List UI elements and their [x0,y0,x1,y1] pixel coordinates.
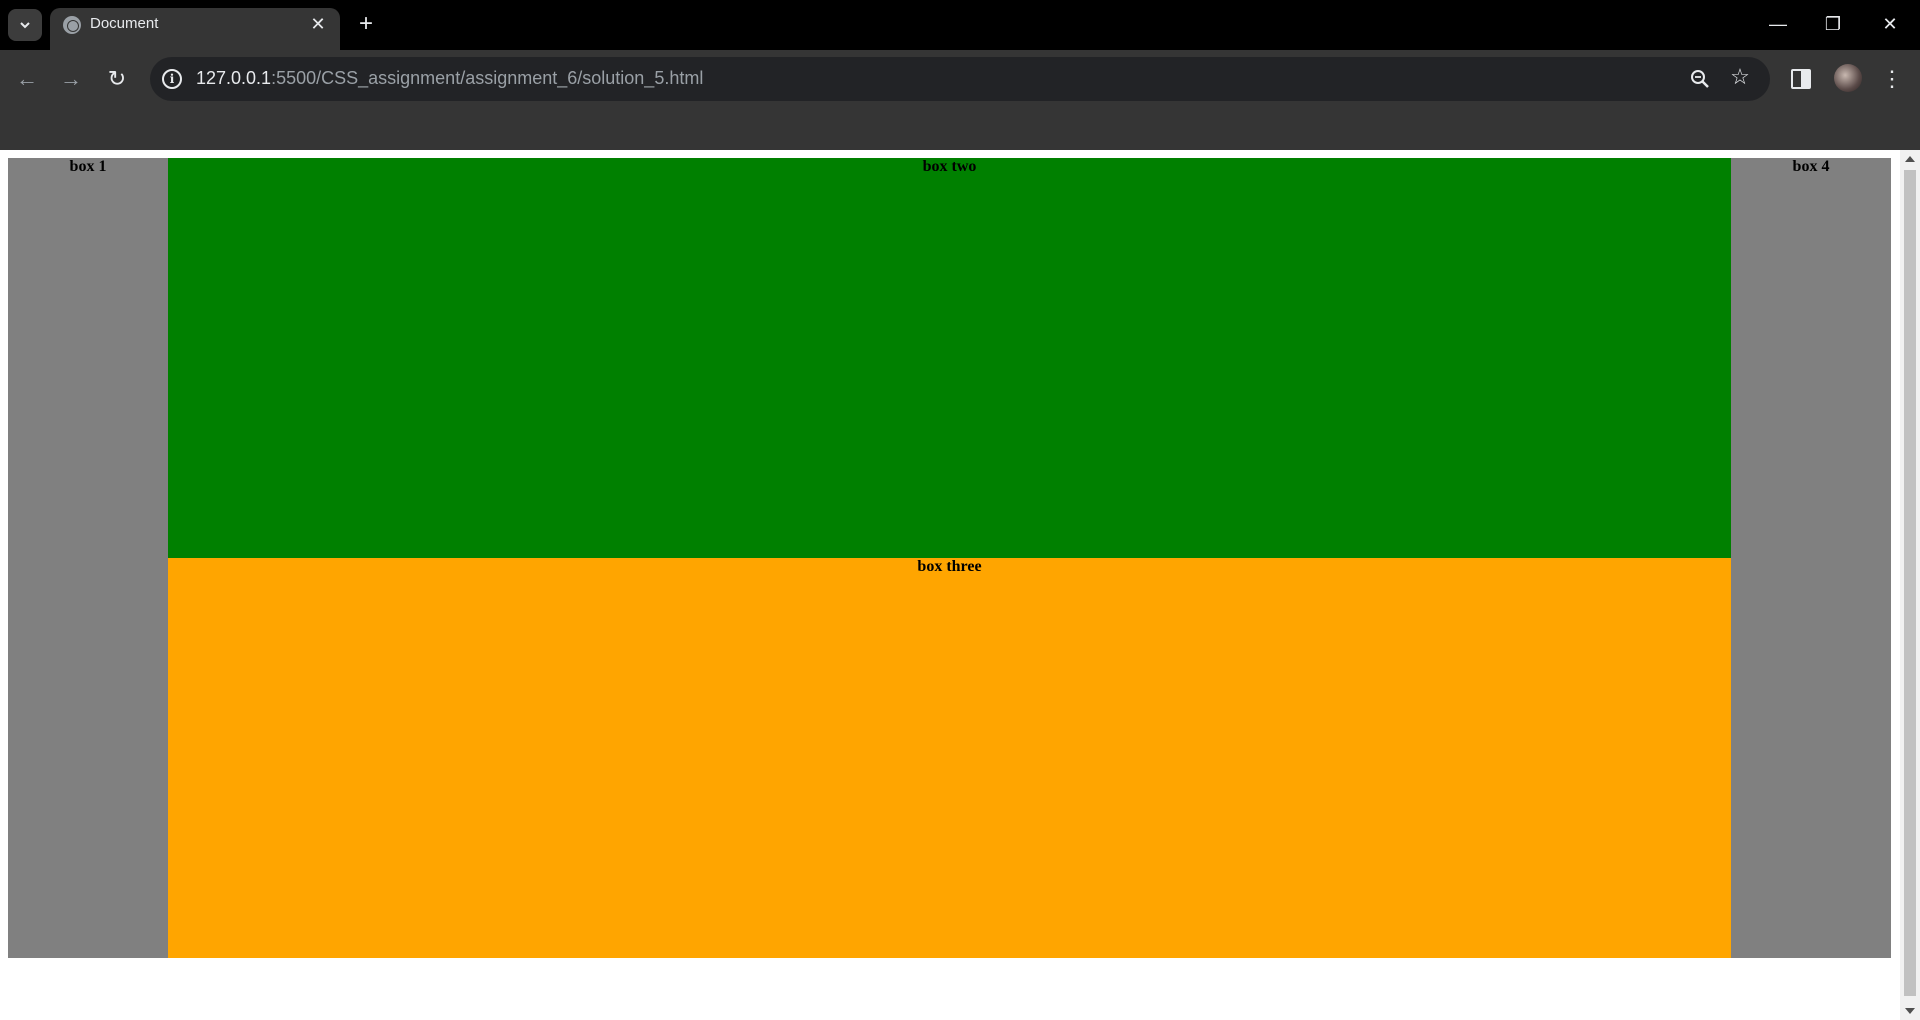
window-close-button[interactable]: ✕ [1870,10,1910,38]
tab-search-button[interactable] [8,9,42,41]
tab-strip: Document ✕ + — ❐ ✕ [0,0,1920,50]
middle-column: box two box three [168,158,1731,958]
scroll-up-icon[interactable] [1905,156,1915,162]
box-three: box three [168,558,1731,958]
zoom-icon[interactable] [1688,67,1712,91]
page-viewport: box 1 box two box three box 4 [0,150,1920,1020]
url-path: :5500/CSS_assignment/assignment_6/soluti… [271,68,704,88]
scrollbar-thumb[interactable] [1904,170,1916,996]
vertical-scrollbar[interactable] [1900,150,1920,1020]
site-info-icon[interactable]: i [162,69,182,89]
browser-toolbar: ← → ↻ i 127.0.0.1:5500/CSS_assignment/as… [0,50,1920,108]
tab-title: Document [90,15,159,32]
back-button[interactable]: ← [12,64,42,94]
browser-tab[interactable]: Document ✕ [50,8,340,50]
url-text[interactable]: 127.0.0.1:5500/CSS_assignment/assignment… [196,68,703,89]
page-container: box 1 box two box three box 4 [8,158,1891,958]
url-host: 127.0.0.1 [196,68,272,88]
side-panel-icon[interactable] [1791,69,1811,89]
reload-button[interactable]: ↻ [102,64,132,94]
box-4: box 4 [1731,158,1891,958]
new-tab-button[interactable]: + [352,10,380,38]
profile-avatar[interactable] [1834,64,1862,92]
forward-button[interactable]: → [56,64,86,94]
close-tab-icon[interactable]: ✕ [308,14,328,34]
minimize-button[interactable]: — [1758,10,1798,38]
address-bar[interactable]: i 127.0.0.1:5500/CSS_assignment/assignme… [150,57,1770,101]
restore-button[interactable]: ❐ [1813,10,1853,38]
scroll-down-icon[interactable] [1905,1008,1915,1014]
bookmarks-bar [0,108,1920,150]
globe-icon [63,16,81,34]
box-two: box two [168,158,1731,558]
chevron-down-icon [20,22,30,29]
browser-menu-icon[interactable]: ⋮ [1880,64,1904,94]
bookmark-star-icon[interactable]: ☆ [1728,65,1752,89]
box-1: box 1 [8,158,168,958]
